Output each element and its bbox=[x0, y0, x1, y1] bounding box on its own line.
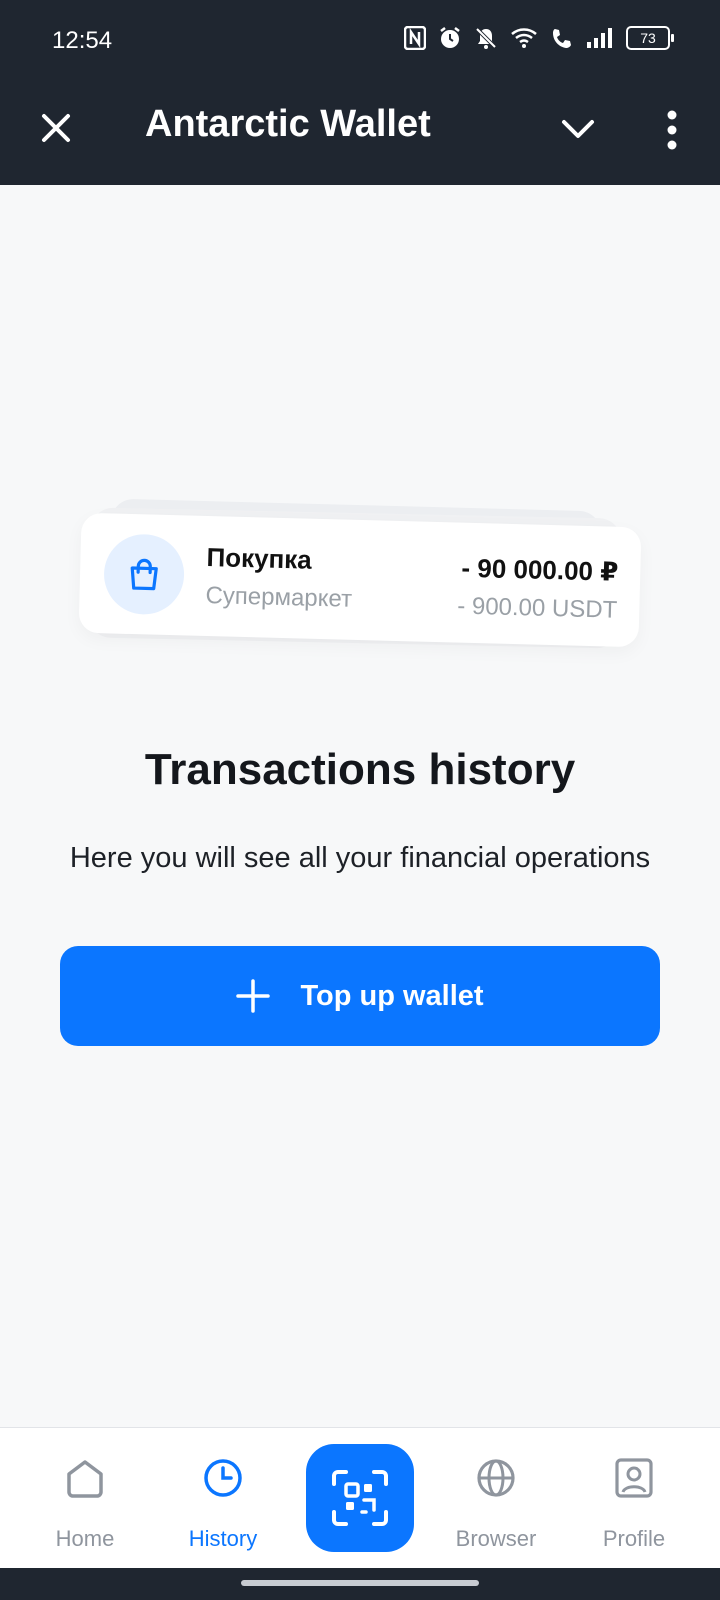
top-bar: 12:54 73 Antarctic Wallet bbox=[0, 0, 720, 185]
page-subtext: Here you will see all your financial ope… bbox=[69, 842, 651, 874]
top-up-wallet-label: Top up wallet bbox=[300, 979, 484, 1012]
dropdown-button[interactable] bbox=[556, 110, 600, 150]
card-subtitle: Супермаркет bbox=[205, 581, 353, 613]
qr-scan-icon bbox=[332, 1470, 388, 1526]
nav-item-home[interactable]: Home bbox=[25, 1428, 145, 1569]
more-menu-button[interactable] bbox=[654, 108, 690, 152]
card-amount-usdt: - 900.00 USDT bbox=[456, 592, 618, 624]
clock-icon bbox=[204, 1459, 242, 1497]
top-up-wallet-button[interactable]: Top up wallet bbox=[60, 946, 660, 1046]
transaction-illustration: Покупка Супермаркет - 90 000.00 ₽ - 900.… bbox=[78, 498, 642, 655]
more-vertical-icon bbox=[667, 110, 677, 150]
plus-icon bbox=[236, 979, 271, 1013]
mute-icon bbox=[475, 27, 497, 49]
nav-label-profile: Profile bbox=[602, 1526, 666, 1551]
page-heading: Transactions history bbox=[144, 745, 576, 794]
profile-icon bbox=[615, 1458, 653, 1498]
battery-indicator: 73 bbox=[626, 26, 674, 50]
gesture-handle[interactable] bbox=[241, 1580, 479, 1586]
home-icon bbox=[67, 1460, 103, 1498]
nfc-icon bbox=[404, 26, 426, 50]
app-title: Antarctic Wallet bbox=[145, 103, 431, 145]
shopping-bag-icon bbox=[103, 533, 186, 616]
globe-icon bbox=[477, 1459, 515, 1497]
nav-item-history[interactable]: History bbox=[163, 1428, 283, 1569]
scan-qr-button[interactable] bbox=[306, 1444, 414, 1552]
gesture-bar bbox=[0, 1568, 720, 1600]
signal-icon bbox=[587, 28, 612, 48]
nav-label-history: History bbox=[188, 1526, 258, 1551]
close-button[interactable] bbox=[36, 108, 76, 148]
alarm-icon bbox=[440, 27, 460, 48]
chevron-down-icon bbox=[562, 120, 594, 138]
status-time: 12:54 bbox=[52, 27, 113, 54]
bottom-navigation: Home History Browser Profile bbox=[0, 1427, 720, 1569]
card-amount: - 90 000.00 ₽ bbox=[461, 552, 619, 587]
sample-transaction-card: Покупка Супермаркет - 90 000.00 ₽ - 900.… bbox=[78, 512, 642, 648]
close-icon bbox=[42, 114, 70, 142]
nav-item-browser[interactable]: Browser bbox=[436, 1428, 556, 1569]
nav-item-profile[interactable]: Profile bbox=[574, 1428, 694, 1569]
call-icon bbox=[553, 29, 571, 48]
nav-label-home: Home bbox=[55, 1526, 115, 1551]
wifi-icon bbox=[511, 28, 537, 48]
card-title: Покупка bbox=[206, 541, 313, 575]
nav-label-browser: Browser bbox=[455, 1526, 537, 1551]
status-icons: 73 bbox=[404, 26, 674, 50]
